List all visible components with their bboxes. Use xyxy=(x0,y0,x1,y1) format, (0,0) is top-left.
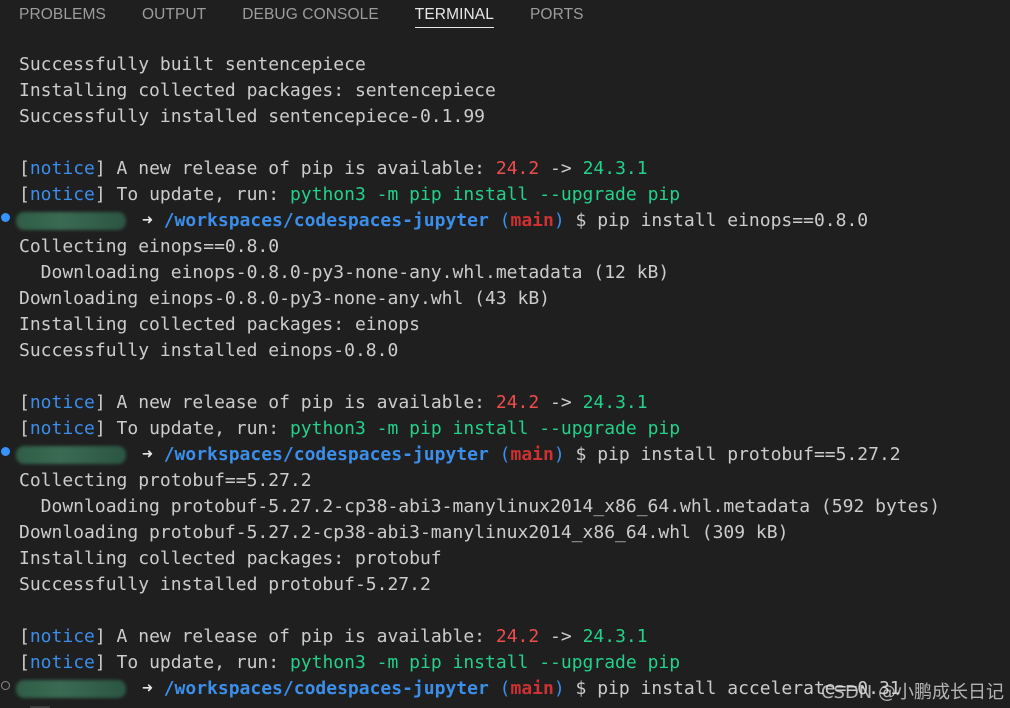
pip-update-line: [notice] To update, run: python3 -m pip … xyxy=(19,652,681,673)
prompt-path: /workspaces/codespaces-jupyter xyxy=(163,444,489,465)
tab-output[interactable]: OUTPUT xyxy=(142,0,206,28)
arrow-right-icon: ➜ xyxy=(142,678,153,699)
panel-tab-bar: PROBLEMS OUTPUT DEBUG CONSOLE TERMINAL P… xyxy=(0,0,1010,34)
terminal-line: Collecting einops==0.8.0 xyxy=(19,236,280,257)
command-text: pip install protobuf==5.27.2 xyxy=(597,444,901,465)
terminal-line: Successfully installed einops-0.8.0 xyxy=(19,340,399,361)
prompt-line: ➜ /workspaces/codespaces-jupyter (main) … xyxy=(142,444,901,465)
notice-tag: notice xyxy=(29,418,95,439)
prompt-line: ➜ /workspaces/codespaces-jupyter (main) … xyxy=(142,678,901,699)
terminal-line: Downloading protobuf-5.27.2-cp38-abi3-ma… xyxy=(19,496,941,517)
update-command: python3 -m pip install --upgrade pip xyxy=(289,418,681,439)
git-branch: main xyxy=(510,444,554,465)
notice-tag: notice xyxy=(29,392,95,413)
version-arrow: -> xyxy=(539,392,583,413)
pip-notice-line: [notice] A new release of pip is availab… xyxy=(19,158,648,179)
pip-update-line: [notice] To update, run: python3 -m pip … xyxy=(19,184,681,205)
tab-terminal[interactable]: TERMINAL xyxy=(414,0,494,28)
notice-tag: notice xyxy=(29,626,95,647)
old-version: 24.2 xyxy=(495,392,540,413)
terminal-line: Downloading einops-0.8.0-py3-none-any.wh… xyxy=(19,288,551,309)
redacted-username xyxy=(16,680,126,698)
old-version: 24.2 xyxy=(495,158,540,179)
notice-text: A new release of pip is available: xyxy=(105,158,496,179)
pip-notice-line: [notice] A new release of pip is availab… xyxy=(19,392,648,413)
tab-debug-console[interactable]: DEBUG CONSOLE xyxy=(242,0,379,28)
prompt-line: ➜ /workspaces/codespaces-jupyter (main) … xyxy=(142,210,869,231)
tab-problems[interactable]: PROBLEMS xyxy=(19,0,106,28)
prompt-path: /workspaces/codespaces-jupyter xyxy=(163,678,489,699)
update-command: python3 -m pip install --upgrade pip xyxy=(289,184,681,205)
notice-tag: notice xyxy=(29,158,95,179)
old-version: 24.2 xyxy=(495,626,540,647)
version-arrow: -> xyxy=(539,626,583,647)
notice-tag: notice xyxy=(29,652,95,673)
command-status-dot-icon[interactable] xyxy=(1,213,10,222)
notice-text: A new release of pip is available: xyxy=(105,626,496,647)
update-command: python3 -m pip install --upgrade pip xyxy=(289,652,681,673)
terminal-line: Successfully installed protobuf-5.27.2 xyxy=(19,574,431,595)
update-text: To update, run: xyxy=(105,652,290,673)
prompt-path: /workspaces/codespaces-jupyter xyxy=(163,210,489,231)
pip-notice-line: [notice] A new release of pip is availab… xyxy=(19,626,648,647)
git-branch: main xyxy=(510,210,554,231)
terminal-line: Downloading einops-0.8.0-py3-none-any.wh… xyxy=(19,262,670,283)
terminal-line: Successfully built sentencepiece xyxy=(19,54,366,75)
terminal-line: Collecting protobuf==5.27.2 xyxy=(19,470,312,491)
notice-text: A new release of pip is available: xyxy=(105,392,496,413)
terminal-line: Installing collected packages: sentencep… xyxy=(19,80,496,101)
new-version: 24.3.1 xyxy=(582,626,648,647)
command-text: pip install einops==0.8.0 xyxy=(597,210,869,231)
arrow-right-icon: ➜ xyxy=(142,210,153,231)
tab-ports[interactable]: PORTS xyxy=(530,0,584,28)
command-status-dot-icon[interactable] xyxy=(1,447,10,456)
terminal-line: Downloading protobuf-5.27.2-cp38-abi3-ma… xyxy=(19,522,789,543)
terminal-output[interactable]: Successfully built sentencepiece Install… xyxy=(0,52,1010,708)
notice-tag: notice xyxy=(29,184,95,205)
git-branch: main xyxy=(510,678,554,699)
update-text: To update, run: xyxy=(105,418,290,439)
arrow-right-icon: ➜ xyxy=(142,444,153,465)
redacted-username xyxy=(16,446,126,464)
new-version: 24.3.1 xyxy=(582,158,648,179)
watermark: CSDN @小鹏成长日记 xyxy=(820,682,1004,703)
command-status-dot-icon[interactable] xyxy=(1,681,10,690)
update-text: To update, run: xyxy=(105,184,290,205)
new-version: 24.3.1 xyxy=(582,392,648,413)
terminal-line: Installing collected packages: protobuf xyxy=(19,548,442,569)
redacted-username xyxy=(16,212,126,230)
terminal-line: Installing collected packages: einops xyxy=(19,314,420,335)
pip-update-line: [notice] To update, run: python3 -m pip … xyxy=(19,418,681,439)
terminal-line: Successfully installed sentencepiece-0.1… xyxy=(19,106,485,127)
version-arrow: -> xyxy=(539,158,583,179)
